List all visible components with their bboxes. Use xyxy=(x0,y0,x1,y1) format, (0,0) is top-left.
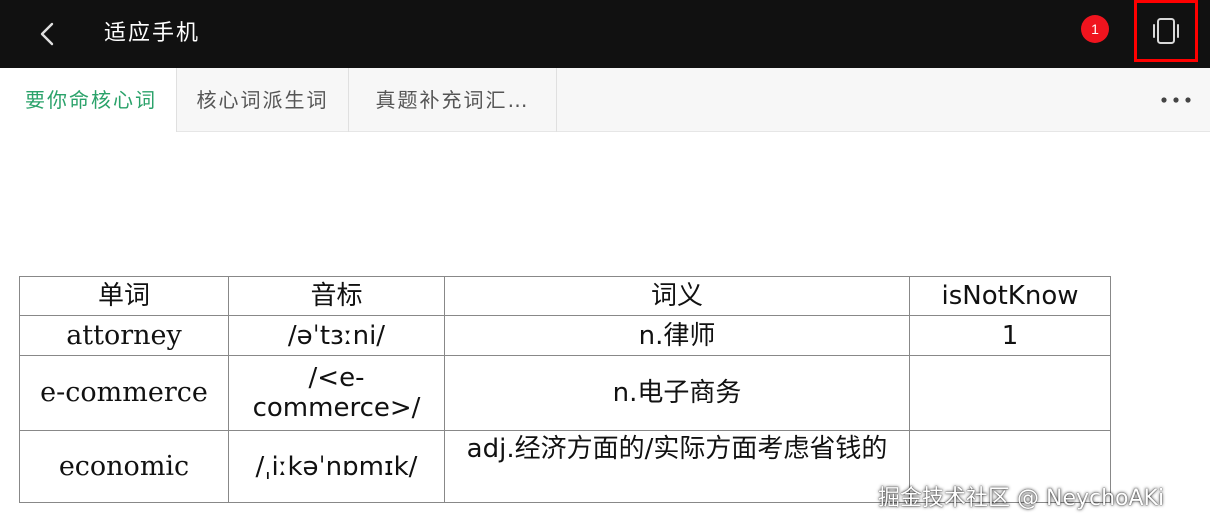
device-mode-button[interactable] xyxy=(1134,0,1198,62)
cell-phonetic[interactable]: /əˈtɜːni/ xyxy=(228,315,445,356)
more-options-button[interactable] xyxy=(1156,86,1196,114)
cell-meaning[interactable]: n.电子商务 xyxy=(444,355,910,431)
tab-derived-words[interactable]: 核心词派生词 xyxy=(177,68,349,132)
cell-word[interactable]: attorney xyxy=(19,315,229,356)
tab-core-words[interactable]: 要你命核心词 xyxy=(6,68,177,132)
header-phonetic[interactable]: 音标 xyxy=(228,276,445,316)
header-word[interactable]: 单词 xyxy=(19,276,229,316)
page-title: 适应手机 xyxy=(104,21,201,46)
top-app-bar: 适应手机 1 xyxy=(0,0,1210,68)
cell-word[interactable]: economic xyxy=(19,430,229,503)
header-isnotknow[interactable]: isNotKnow xyxy=(909,276,1111,316)
table-header-row: 单词 音标 词义 isNotKnow xyxy=(19,276,1111,316)
vocabulary-table: 单词 音标 词义 isNotKnow attorney /əˈtɜːni/ n.… xyxy=(19,276,1111,503)
sheet-content: 单词 音标 词义 isNotKnow attorney /əˈtɜːni/ n.… xyxy=(6,133,1210,504)
cell-phonetic[interactable]: /<e-commerce>/ xyxy=(228,355,445,431)
tab-exam-vocabulary[interactable]: 真题补充词汇… xyxy=(349,68,557,132)
notification-badge: 1 xyxy=(1081,15,1109,43)
more-horizontal-icon xyxy=(1161,97,1191,103)
cell-meaning[interactable]: n.律师 xyxy=(444,315,910,356)
chevron-left-icon xyxy=(40,22,54,46)
cell-isnotknow[interactable]: 1 xyxy=(909,315,1111,356)
table-row: attorney /əˈtɜːni/ n.律师 1 xyxy=(19,315,1111,356)
cell-isnotknow[interactable] xyxy=(909,355,1111,431)
table-row: e-commerce /<e-commerce>/ n.电子商务 xyxy=(19,355,1111,431)
back-button[interactable] xyxy=(28,14,68,54)
cell-phonetic[interactable]: /ˌiːkəˈnɒmɪk/ xyxy=(228,430,445,503)
sheet-tab-strip: 要你命核心词 核心词派生词 真题补充词汇… xyxy=(6,68,1210,132)
watermark-text: 掘金技术社区 @ NeychoAKi xyxy=(878,486,1165,511)
cell-word[interactable]: e-commerce xyxy=(19,355,229,431)
cell-meaning[interactable]: adj.经济方面的/实际方面考虑省钱的 xyxy=(444,430,910,503)
header-meaning[interactable]: 词义 xyxy=(444,276,910,316)
phone-rotate-icon xyxy=(1153,18,1179,44)
